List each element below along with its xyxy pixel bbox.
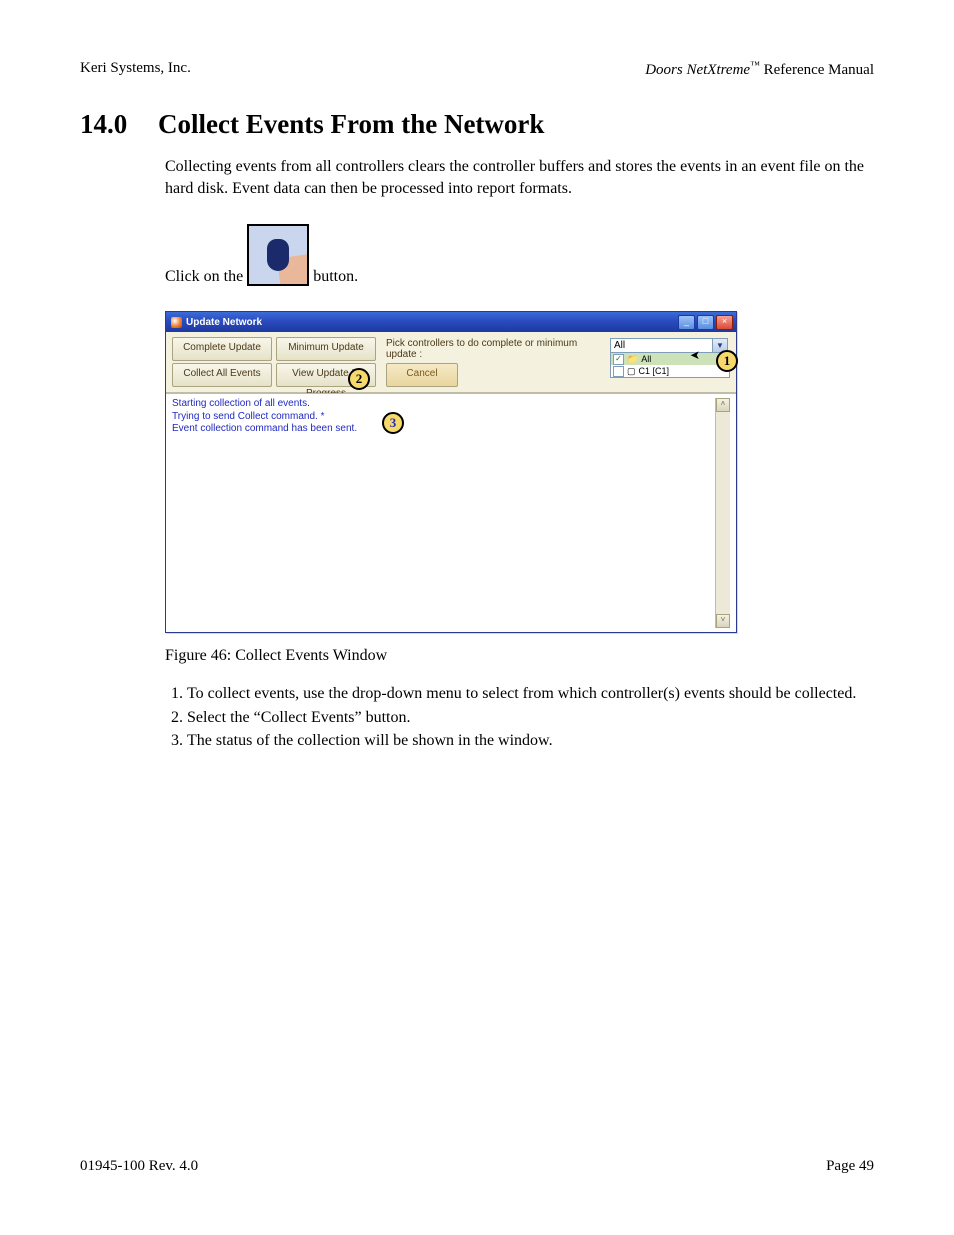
window-app-icon [171, 317, 182, 328]
cursor-icon: ➤ [690, 348, 700, 362]
doc-number: 01945-100 Rev. 4.0 [80, 1158, 198, 1175]
cancel-button[interactable]: Cancel [386, 363, 458, 387]
log-line-3: Event collection command has been sent. [172, 423, 715, 436]
window-titlebar: Update Network _ □ × [166, 312, 736, 332]
log-line-1: Starting collection of all events. [172, 398, 715, 411]
dropdown-selected-value: All [614, 340, 625, 351]
dropdown-item-c1-label: C1 [C1] [639, 366, 670, 376]
doc-title: Doors NetXtreme™ Reference Manual [645, 60, 874, 79]
step-2: Select the “Collect Events” button. [187, 707, 874, 729]
click-text-after: button. [313, 268, 358, 286]
folder-icon: 📁 [627, 354, 638, 365]
step-3: The status of the collection will be sho… [187, 730, 874, 752]
log-scrollbar[interactable]: ˄ ˅ [715, 398, 730, 628]
minimum-update-button[interactable]: Minimum Update [276, 337, 376, 361]
mouse-button-icon [247, 224, 309, 286]
complete-update-button[interactable]: Complete Update [172, 337, 272, 361]
close-button[interactable]: × [716, 315, 733, 330]
section-intro: Collecting events from all controllers c… [165, 156, 874, 199]
dropdown-item-c1[interactable]: ▢ C1 [C1] [611, 365, 729, 377]
checkbox-all[interactable]: ✓ [613, 354, 624, 365]
checkbox-c1[interactable] [613, 366, 624, 377]
controller-dropdown[interactable]: All ▼ [610, 338, 728, 353]
step-1: To collect events, use the drop-down men… [187, 683, 874, 705]
doc-title-product: Doors NetXtreme [645, 62, 750, 78]
dropdown-item-all-label: All [641, 354, 651, 364]
dropdown-item-all[interactable]: ✓ 📁 All [611, 353, 729, 365]
scroll-down-button[interactable]: ˅ [716, 614, 730, 628]
status-log-pane: Starting collection of all events. Tryin… [166, 393, 736, 632]
page-number: Page 49 [826, 1158, 874, 1175]
log-line-2: Trying to send Collect command. * [172, 411, 715, 424]
section-heading: 14.0Collect Events From the Network [80, 109, 874, 140]
controller-selector: All ▼ ✓ 📁 All ▢ C [610, 338, 730, 378]
section-title-text: Collect Events From the Network [158, 109, 544, 139]
figure-caption: Figure 46: Collect Events Window [165, 647, 874, 665]
update-network-window: Update Network _ □ × Complete Update Min… [165, 311, 737, 633]
click-text-before: Click on the [165, 268, 243, 286]
trademark-symbol: ™ [750, 60, 760, 71]
scroll-up-button[interactable]: ˄ [716, 398, 730, 412]
collect-all-events-button[interactable]: Collect All Events [172, 363, 272, 387]
pick-controllers-label: Pick controllers to do complete or minim… [380, 338, 606, 360]
section-number: 14.0 [80, 109, 158, 140]
company-name: Keri Systems, Inc. [80, 60, 191, 79]
minimize-button[interactable]: _ [678, 315, 695, 330]
callout-1: 1 [716, 350, 738, 372]
maximize-button[interactable]: □ [697, 315, 714, 330]
window-title: Update Network [186, 317, 262, 328]
doc-title-suffix: Reference Manual [760, 62, 874, 78]
instruction-steps: To collect events, use the drop-down men… [165, 683, 874, 752]
controller-icon: ▢ [627, 366, 636, 377]
controller-dropdown-list: ✓ 📁 All ▢ C1 [C1] [610, 353, 730, 378]
